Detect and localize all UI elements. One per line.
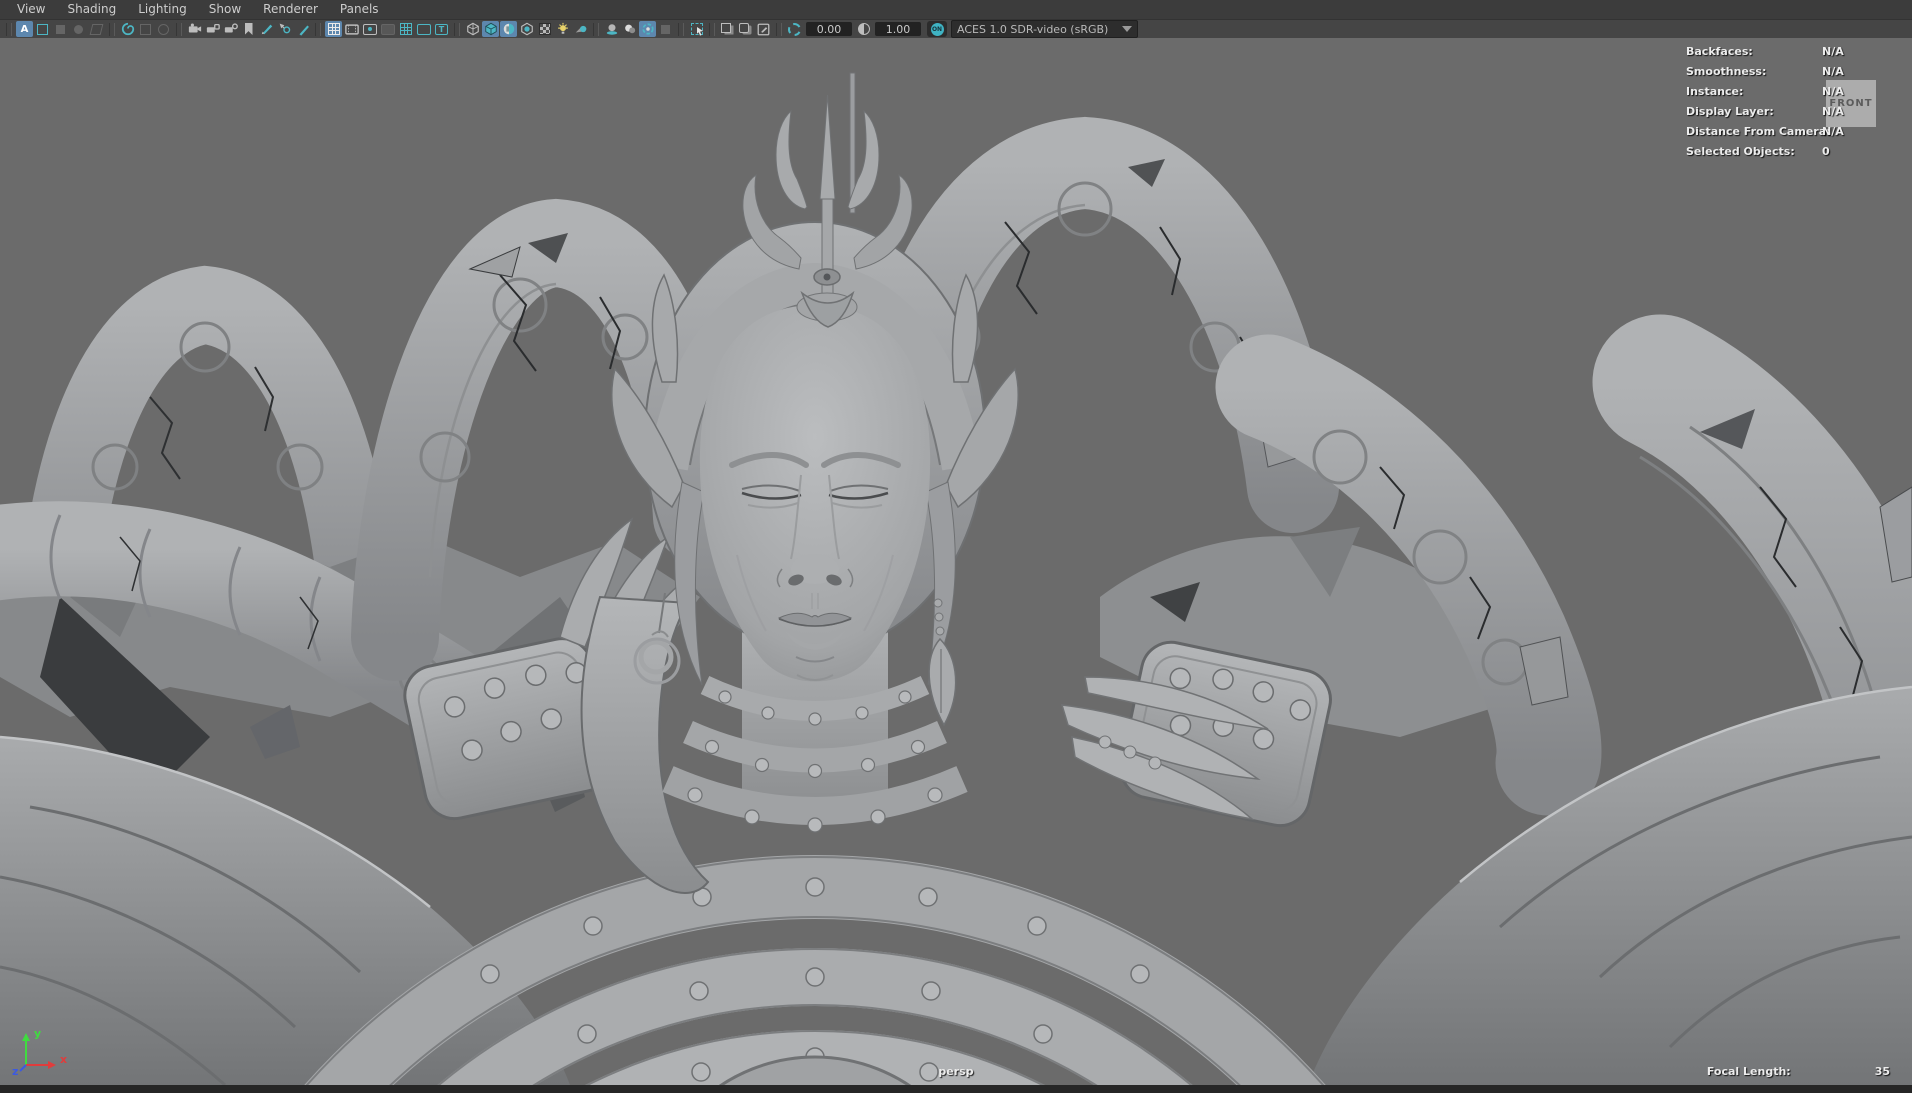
- hud-row-distance-from-camera: Distance From Camera: N/A: [1660, 123, 1912, 143]
- exposure-icon[interactable]: [786, 21, 803, 37]
- film-gate-icon[interactable]: [343, 21, 360, 37]
- smooth-shade-icon[interactable]: [482, 21, 499, 37]
- motion-blur-icon[interactable]: [639, 21, 656, 37]
- color-management-toggle[interactable]: ON: [927, 21, 947, 37]
- ao-icon[interactable]: [621, 21, 638, 37]
- disabled-circle-icon[interactable]: [70, 21, 87, 37]
- resolution-gate-icon[interactable]: [361, 21, 378, 37]
- checker-material-icon[interactable]: [536, 21, 553, 37]
- hud-value: 0: [1822, 145, 1830, 158]
- hud-row-display-layer: Display Layer: N/A: [1660, 103, 1912, 123]
- menu-renderer[interactable]: Renderer: [252, 0, 329, 19]
- toolbar-grip: [6, 23, 12, 36]
- hud-label: Distance From Camera:: [1686, 125, 1831, 138]
- gate-mask-icon[interactable]: [379, 21, 396, 37]
- safe-title-icon[interactable]: T: [433, 21, 450, 37]
- hud-label: Instance:: [1686, 85, 1743, 98]
- hud-row-selected-objects: Selected Objects: 0: [1660, 143, 1912, 163]
- panel-toolbar: A T: [0, 19, 1912, 38]
- axis-x-label: x: [60, 1053, 67, 1066]
- grid-toggle-icon[interactable]: [325, 21, 342, 37]
- maya-viewport-window: View Shading Lighting Show Renderer Pane…: [0, 0, 1912, 1093]
- all-lights-icon[interactable]: [572, 21, 589, 37]
- toolbar-separator: [176, 23, 182, 36]
- on-icon: ON: [931, 23, 944, 36]
- select-camera-icon[interactable]: [186, 21, 203, 37]
- toolbar-separator: [454, 23, 460, 36]
- pan-zoom-icon[interactable]: [276, 21, 293, 37]
- axis-y-label: y: [34, 1027, 41, 1040]
- letter-a-toggle[interactable]: A: [16, 21, 33, 37]
- marquee-select-icon[interactable]: [34, 21, 51, 37]
- grease-pencil-quill-icon[interactable]: [258, 21, 275, 37]
- toolbar-separator: [776, 23, 782, 36]
- menu-shading[interactable]: Shading: [56, 0, 127, 19]
- toolbar-separator: [315, 23, 321, 36]
- disabled-rotate-icon[interactable]: [155, 21, 172, 37]
- menu-panels[interactable]: Panels: [329, 0, 390, 19]
- xray-joints-icon[interactable]: [737, 21, 754, 37]
- wireframe-icon[interactable]: [464, 21, 481, 37]
- safe-action-icon[interactable]: [415, 21, 432, 37]
- pencil-icon[interactable]: [294, 21, 311, 37]
- view-transform-value: ACES 1.0 SDR-video (sRGB): [957, 23, 1108, 36]
- hud-label: Selected Objects:: [1686, 145, 1795, 158]
- hud-value: N/A: [1822, 105, 1844, 118]
- textured-icon[interactable]: [500, 21, 517, 37]
- toolbar-separator: [593, 23, 599, 36]
- hud-value: N/A: [1822, 45, 1844, 58]
- depth-of-field-icon[interactable]: [657, 21, 674, 37]
- bookmark-icon[interactable]: [240, 21, 257, 37]
- toolbar-separator: [678, 23, 684, 36]
- disabled-frame-icon[interactable]: [137, 21, 154, 37]
- hud-row-smoothness: Smoothness: N/A: [1660, 63, 1912, 83]
- hud-row-backfaces: Backfaces: N/A: [1660, 43, 1912, 63]
- hud-row-instance: Instance: N/A: [1660, 83, 1912, 103]
- hud-label: Display Layer:: [1686, 105, 1774, 118]
- swirl-icon[interactable]: [119, 21, 136, 37]
- default-material-icon[interactable]: [518, 21, 535, 37]
- hud-value: N/A: [1822, 85, 1844, 98]
- default-lighting-icon[interactable]: [554, 21, 571, 37]
- camera-attributes-icon[interactable]: [222, 21, 239, 37]
- menu-show[interactable]: Show: [198, 0, 252, 19]
- disabled-square-icon[interactable]: [52, 21, 69, 37]
- exposure-field[interactable]: 0.00: [806, 22, 852, 36]
- view-transform-dropdown[interactable]: ACES 1.0 SDR-video (sRGB): [951, 20, 1138, 38]
- menu-view[interactable]: View: [6, 0, 56, 19]
- hud-value: N/A: [1822, 65, 1844, 78]
- panel-menu-bar: View Shading Lighting Show Renderer Pane…: [0, 0, 1912, 19]
- xray-icon[interactable]: [719, 21, 736, 37]
- camera-name-label: persp: [938, 1065, 973, 1078]
- chevron-down-icon: [1122, 26, 1132, 32]
- disabled-plane-icon[interactable]: [88, 21, 105, 37]
- axis-gnomon: y x z: [12, 1025, 76, 1077]
- gamma-field[interactable]: 1.00: [875, 22, 921, 36]
- focal-length-label: Focal Length:: [1707, 1065, 1791, 1078]
- toolbar-separator: [709, 23, 715, 36]
- menu-lighting[interactable]: Lighting: [127, 0, 198, 19]
- focal-length-readout: Focal Length: 35: [1707, 1065, 1890, 1078]
- lock-camera-icon[interactable]: [204, 21, 221, 37]
- window-bottom-edge: [0, 1085, 1912, 1093]
- focal-length-value: 35: [1875, 1065, 1890, 1078]
- heads-up-display: Backfaces: N/A Smoothness: N/A Instance:…: [1660, 43, 1912, 163]
- isolate-select-icon[interactable]: [688, 21, 705, 37]
- hud-label: Smoothness:: [1686, 65, 1766, 78]
- shadows-icon[interactable]: [603, 21, 620, 37]
- toolbar-separator: [109, 23, 115, 36]
- hud-label: Backfaces:: [1686, 45, 1753, 58]
- viewport-canvas[interactable]: [0, 37, 1912, 1085]
- hud-value: N/A: [1822, 125, 1844, 138]
- xray-active-components-icon[interactable]: [755, 21, 772, 37]
- viewport[interactable]: FRONT Backfaces: N/A Smoothness: N/A Ins…: [0, 37, 1912, 1085]
- axis-z-label: z: [12, 1065, 18, 1077]
- field-chart-icon[interactable]: [397, 21, 414, 37]
- gamma-icon[interactable]: [855, 21, 872, 37]
